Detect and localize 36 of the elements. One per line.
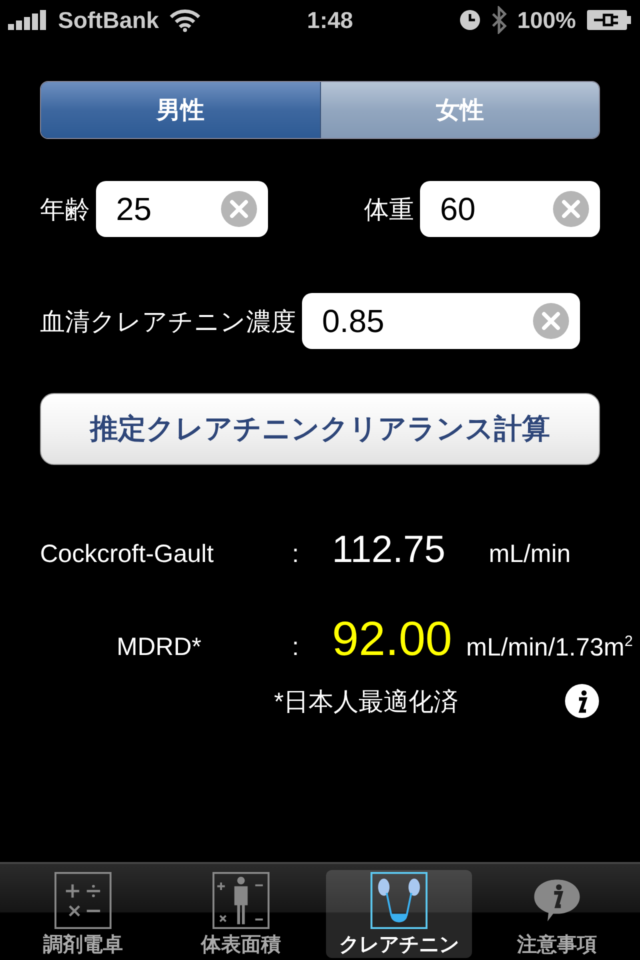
- calculator-icon: [53, 872, 113, 929]
- separator-colon: :: [292, 633, 299, 662]
- bluetooth-icon: [491, 6, 508, 34]
- tab-bar-item[interactable]: クレアチニン: [326, 870, 472, 958]
- input-field[interactable]: 0.85: [302, 293, 580, 349]
- field-label: 体重: [364, 194, 414, 226]
- result-value: 112.75: [332, 529, 446, 572]
- formula-name: MDRD*: [116, 633, 202, 662]
- wifi-icon: [168, 8, 201, 32]
- result-unit: mL/min/1.73m$^{2}$: [466, 632, 633, 662]
- clock-time: 1:48: [307, 6, 354, 34]
- result-unit: mL/min: [488, 540, 572, 569]
- carrier-name: SoftBank: [58, 6, 159, 34]
- clear-icon[interactable]: [220, 190, 258, 228]
- separator-colon: :: [292, 540, 299, 569]
- formula-name: Cockcroft-Gault: [40, 540, 214, 569]
- clear-icon[interactable]: [532, 302, 570, 340]
- human-figure-icon: [211, 872, 271, 929]
- battery-percentage: 100%: [517, 6, 576, 34]
- calculate-button[interactable]: 推定クレアチニンクリアランス計算: [40, 393, 600, 465]
- signal-icon: [8, 10, 48, 30]
- result-value: 92.00: [332, 612, 452, 667]
- clock-icon: [459, 9, 482, 31]
- input-field[interactable]: 60: [420, 181, 600, 237]
- field-label: 血清クレアチニン濃度: [40, 306, 296, 338]
- info-icon[interactable]: [564, 683, 600, 719]
- field-label: 年齢: [40, 194, 90, 226]
- input-field[interactable]: 25: [96, 181, 268, 237]
- segment-tab[interactable]: 男性: [41, 82, 320, 138]
- footnote: *日本人最適化済: [274, 686, 459, 718]
- battery-charging-icon: [586, 9, 632, 31]
- tab-bar-item[interactable]: 調剤電卓: [10, 870, 156, 958]
- clear-icon[interactable]: [552, 190, 590, 228]
- tab-bar-item[interactable]: 体表面積: [168, 870, 314, 958]
- tab-bar-item[interactable]: 注意事項: [484, 870, 630, 958]
- kidney-icon: [369, 872, 429, 929]
